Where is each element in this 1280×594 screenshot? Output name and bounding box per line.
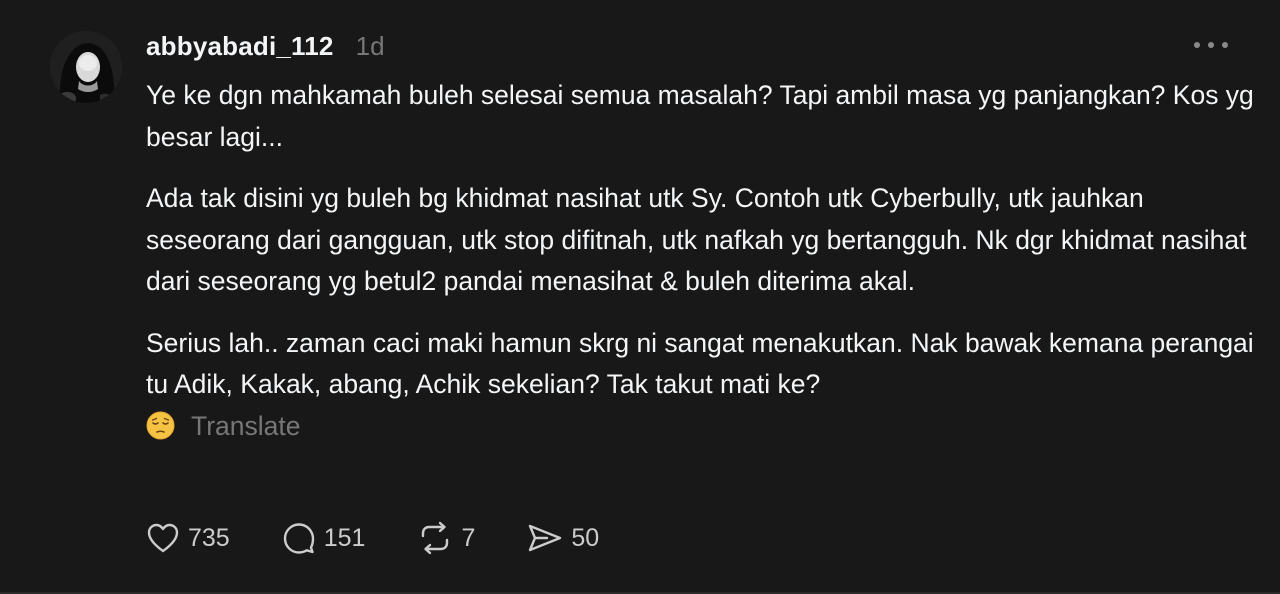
comment-button[interactable]: 151 [282,521,366,555]
avatar[interactable] [50,31,122,103]
like-button[interactable]: 735 [146,522,230,554]
more-dots-icon [1194,42,1228,48]
post-paragraph-3: Serius lah.. zaman caci maki hamun skrg … [146,323,1256,448]
post-timestamp[interactable]: 1d [356,31,385,62]
repost-count: 7 [461,523,476,552]
post-actions: 735 151 7 50 [146,518,651,558]
post-paragraph-3-text: Serius lah.. zaman caci maki hamun skrg … [146,327,1254,400]
share-button[interactable]: 50 [527,522,599,554]
comment-count: 151 [323,523,366,552]
post-header: abbyabadi_112 1d [146,28,385,64]
pensive-face-icon [146,411,175,440]
translate-link[interactable]: Translate [191,411,300,441]
like-count: 735 [188,523,230,552]
repost-icon [422,521,449,555]
share-count: 50 [571,523,600,552]
post-body: Ye ke dgn mahkamah buleh selesai semua m… [146,75,1256,447]
post-paragraph-1: Ye ke dgn mahkamah buleh selesai semua m… [146,80,1254,152]
comment-icon [283,523,314,554]
username[interactable]: abbyabadi_112 [146,31,334,62]
more-options-button[interactable] [1192,30,1230,60]
post-paragraph-2: Ada tak disini yg buleh bg khidmat nasih… [146,183,1247,296]
thread-post: abbyabadi_112 1d Ye ke dgn mahkamah bule… [0,0,1280,594]
repost-button[interactable]: 7 [417,521,475,555]
heart-icon [147,523,179,553]
share-icon [529,524,562,552]
